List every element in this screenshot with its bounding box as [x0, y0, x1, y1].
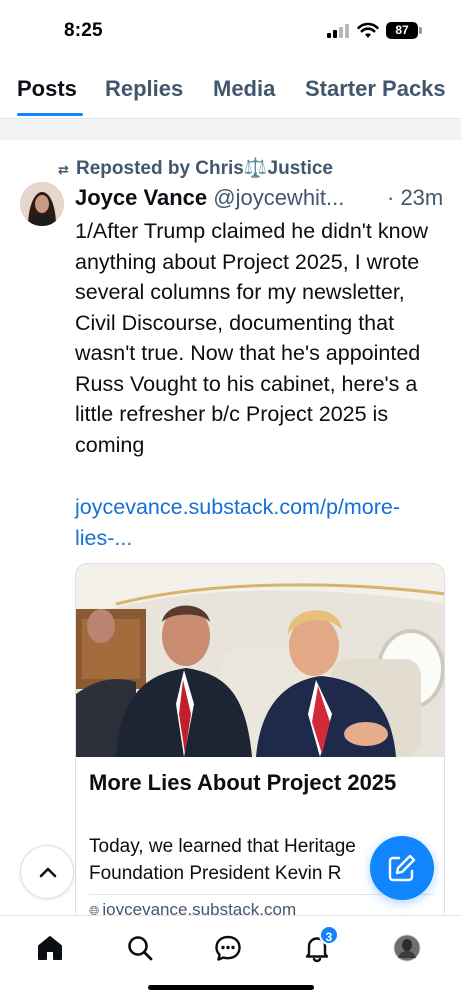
chat-icon[interactable]	[212, 932, 244, 964]
compose-icon	[388, 854, 416, 882]
repost-text: Reposted by Chris⚖️Justice	[76, 158, 334, 179]
compose-button[interactable]	[370, 836, 434, 900]
battery-tip	[419, 27, 422, 34]
scroll-to-top-button[interactable]	[20, 845, 74, 899]
chevron-up-icon	[39, 867, 57, 878]
repost-label[interactable]: ⇄ Reposted by Chris⚖️Justice	[58, 156, 333, 180]
status-time: 8:25	[64, 20, 103, 41]
post-timestamp[interactable]: · 23m	[383, 185, 444, 211]
battery-icon: 87	[386, 22, 418, 39]
tab-media[interactable]: Media	[213, 76, 275, 102]
home-icon[interactable]	[34, 932, 66, 964]
author-avatar[interactable]	[20, 182, 64, 226]
author-name[interactable]: Joyce Vance	[75, 185, 207, 210]
home-indicator	[148, 985, 314, 990]
post-text: 1/After Trump claimed he didn't know any…	[75, 219, 429, 457]
wifi-icon	[357, 22, 379, 38]
tab-starter-packs[interactable]: Starter Packs	[305, 76, 446, 102]
post-link[interactable]: joycevance.substack.com/p/more-lies-...	[75, 492, 447, 553]
status-bar: 8:25 87	[0, 0, 461, 60]
profile-avatar[interactable]	[391, 932, 423, 964]
active-tab-indicator	[17, 113, 83, 116]
tab-posts[interactable]: Posts	[17, 76, 77, 102]
signal-icon	[327, 24, 349, 38]
repost-icon: ⇄	[58, 162, 69, 177]
search-icon[interactable]	[124, 932, 156, 964]
profile-tabs: Posts Replies Media Starter Packs	[0, 60, 461, 118]
card-image	[76, 564, 444, 757]
card-title: More Lies About Project 2025	[89, 770, 397, 795]
notification-badge: 3	[319, 925, 339, 945]
author-handle[interactable]: @joycewhit...	[213, 185, 344, 210]
feed-divider	[0, 118, 461, 140]
tab-replies[interactable]: Replies	[105, 76, 183, 102]
